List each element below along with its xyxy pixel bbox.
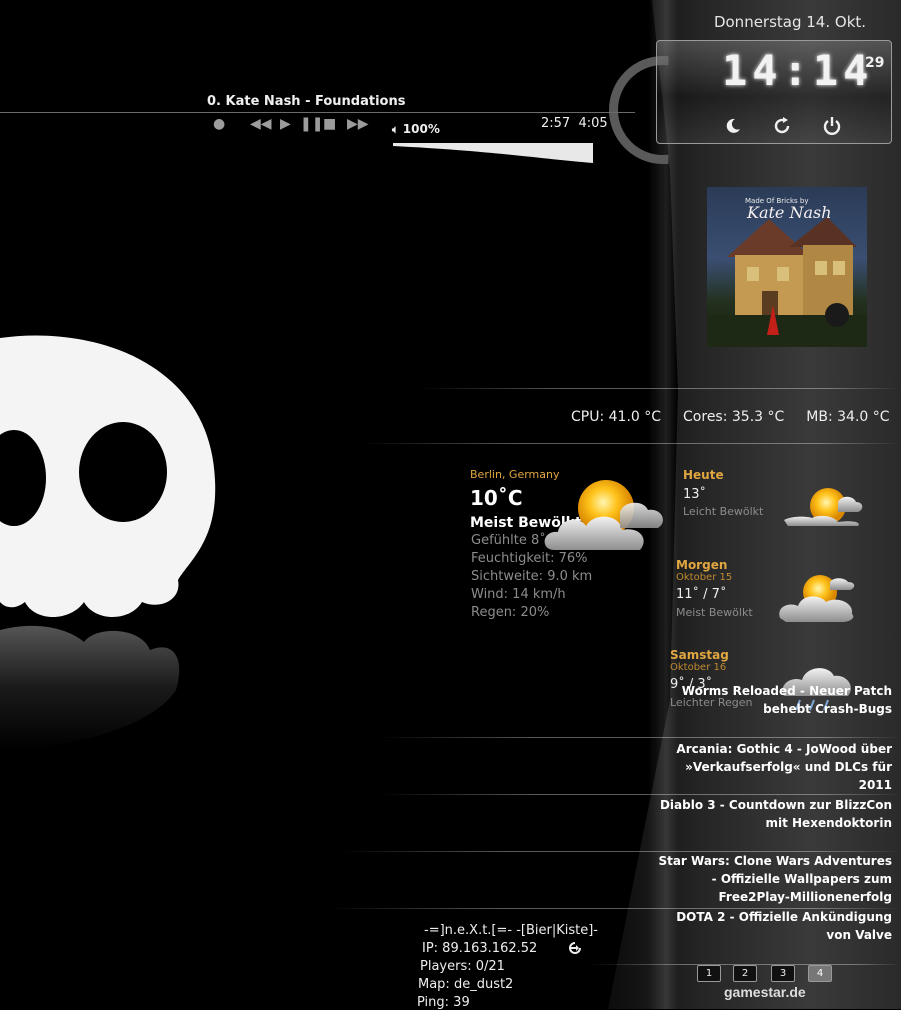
album-cover: Made Of Bricks by Kate Nash <box>707 187 867 347</box>
next-icon[interactable]: ▶▶ <box>347 116 369 132</box>
forecast-date-tomorrow: Oktober 15 <box>676 572 733 583</box>
weather-rain: Regen: 20% <box>471 605 550 620</box>
weather-visibility: Sichtweite: 9.0 km <box>471 569 593 584</box>
forecast-temp-today: 13˚ <box>683 487 707 502</box>
mb-temp: MB: 34.0 °C <box>806 409 890 425</box>
weather-feels-like: Gefühlte 8˚ <box>471 533 546 548</box>
news-page-3[interactable]: 3 <box>771 965 795 982</box>
partly-cloudy-icon <box>544 480 663 550</box>
sleep-icon[interactable] <box>720 116 746 140</box>
partly-cloudy-icon <box>779 575 855 622</box>
record-icon[interactable]: ● <box>213 116 225 132</box>
forecast-temp-tomorrow: 11˚ / 7˚ <box>676 587 727 602</box>
clock-seconds: 29 <box>865 55 885 71</box>
forecast-day-saturday: Samstag <box>670 648 729 662</box>
divider <box>420 388 900 389</box>
previous-icon[interactable]: ◀◀ <box>250 116 272 132</box>
volume-label[interactable]: 🔈︎ 100% <box>392 122 440 137</box>
skull-wallpaper <box>0 335 216 750</box>
forecast-day-today: Heute <box>683 468 724 482</box>
server-ip: IP: 89.163.162.52 <box>422 941 538 956</box>
weather-temp: 10˚C <box>470 486 523 510</box>
server-name: -=]n.e.X.t.[=- -[Bier|Kiste]- <box>424 923 598 938</box>
weather-wind: Wind: 14 km/h <box>471 587 566 602</box>
volume-slider[interactable] <box>393 143 593 163</box>
forecast-day-tomorrow: Morgen <box>676 558 728 572</box>
divider <box>380 737 901 738</box>
divider <box>380 794 901 795</box>
clock-date: Donnerstag 14. Okt. <box>713 13 867 31</box>
cores-temp: Cores: 35.3 °C <box>683 409 785 425</box>
news-page-4[interactable]: 4 <box>808 965 832 982</box>
track-time: 2:57 4:05 <box>541 116 608 131</box>
cpu-temp: CPU: 41.0 °C <box>571 409 662 425</box>
server-players: Players: 0/21 <box>420 959 505 974</box>
divider <box>360 443 901 444</box>
refresh-icon[interactable] <box>769 116 795 140</box>
pause-icon[interactable]: ❚❚ <box>300 116 323 132</box>
news-item[interactable]: Diablo 3 - Countdown zur BlizzCon mit He… <box>652 796 892 832</box>
news-item[interactable]: Star Wars: Clone Wars Adventures - Offiz… <box>652 852 892 906</box>
stop-icon[interactable]: ■ <box>323 116 336 132</box>
partly-cloudy-icon <box>784 488 863 526</box>
news-item[interactable]: DOTA 2 - Offizielle Ankündigung von Valv… <box>652 908 892 944</box>
forecast-cond-today: Leicht Bewölkt <box>683 505 764 518</box>
forecast-cond-tomorrow: Meist Bewölkt <box>676 606 753 619</box>
news-item[interactable]: Arcania: Gothic 4 - JoWood über »Verkauf… <box>652 740 892 794</box>
speaker-icon: 🔈︎ <box>392 123 399 136</box>
temperature-readout: CPU: 41.0 °C Cores: 35.3 °C MB: 34.0 °C <box>571 409 890 425</box>
server-map: Map: de_dust2 <box>418 977 514 992</box>
news-page-2[interactable]: 2 <box>733 965 757 982</box>
volume-value: 100% <box>402 122 440 136</box>
play-icon[interactable]: ▶ <box>280 116 291 132</box>
seek-bar[interactable] <box>0 112 635 113</box>
connect-icon[interactable] <box>567 940 583 956</box>
total-time: 4:05 <box>578 116 608 131</box>
news-source-logo[interactable]: gamestar.de <box>724 984 806 1000</box>
power-icon[interactable] <box>819 116 845 140</box>
album-artist: Kate Nash <box>747 203 832 222</box>
forecast-date-saturday: Oktober 16 <box>670 662 727 673</box>
track-title: 0. Kate Nash - Foundations <box>207 94 406 109</box>
news-item[interactable]: Worms Reloaded - Neuer Patch behebt Cras… <box>652 682 892 718</box>
server-ping: Ping: 39 <box>417 995 470 1010</box>
news-page-1[interactable]: 1 <box>697 965 721 982</box>
clock-time: 14:14 <box>722 46 874 95</box>
elapsed-time: 2:57 <box>541 116 571 131</box>
